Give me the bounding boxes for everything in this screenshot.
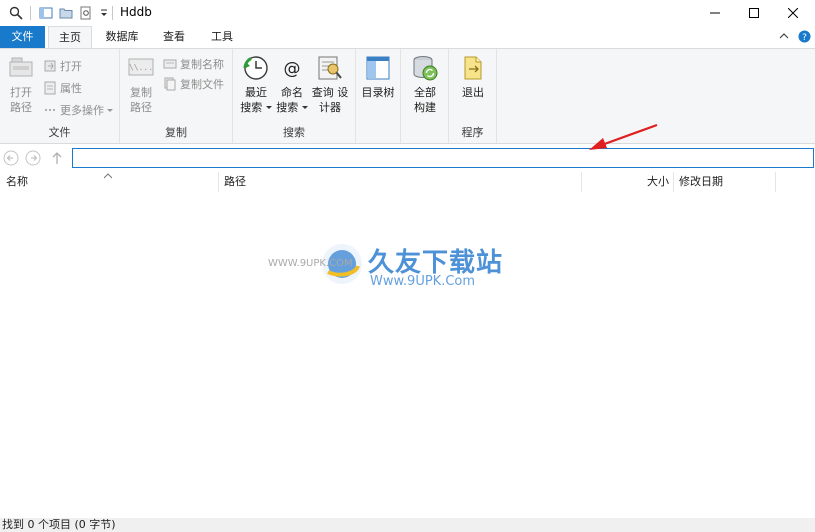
group-label-copy: 复制	[165, 126, 187, 139]
name-search-label: 命名 搜索	[276, 85, 308, 115]
column-header: 名称 路径 大小 修改日期	[0, 172, 815, 192]
open-button[interactable]: 打开	[42, 57, 82, 75]
copy-path-label: 复制 路径	[130, 86, 152, 114]
name-search-button[interactable]: @ 命名 搜索	[273, 53, 311, 115]
group-label-search: 搜索	[283, 126, 305, 139]
directory-tree-icon	[363, 53, 393, 83]
watermark: 久友下载站 WWW.9UPK.COM Www.9UPK.Com	[268, 234, 506, 306]
properties-label: 属性	[60, 82, 82, 95]
ribbon-group-search: 最近 搜索 @ 命名 搜索 查询 设 计器 搜索	[233, 49, 356, 143]
minimize-button[interactable]	[693, 0, 737, 26]
open-path-label: 打开 路径	[10, 86, 32, 114]
search-document-icon[interactable]	[78, 5, 94, 21]
group-label-file: 文件	[48, 126, 71, 139]
query-designer-button[interactable]: 查询 设 计器	[311, 53, 349, 115]
ribbon-group-file: 打开 路径 打开 属性 更多操作 文件	[0, 49, 120, 143]
dropdown-arrow-icon	[301, 101, 308, 114]
open-path-icon	[6, 53, 36, 83]
copy-path-icon: \\...	[126, 53, 156, 83]
column-size[interactable]: 大小	[581, 172, 673, 192]
query-designer-label: 查询 设 计器	[311, 86, 349, 114]
dropdown-arrow-icon	[265, 101, 272, 114]
search-icon[interactable]	[8, 5, 24, 21]
open-path-button[interactable]: 打开 路径	[2, 53, 40, 115]
collapse-ribbon-icon[interactable]	[779, 31, 789, 44]
window-layout-icon[interactable]	[38, 5, 54, 21]
qat-separator	[112, 6, 113, 20]
copy-path-button[interactable]: \\... 复制 路径	[122, 53, 160, 115]
folder-icon[interactable]	[58, 5, 74, 21]
close-button[interactable]	[771, 0, 815, 26]
open-icon	[42, 58, 58, 74]
directory-tree-button[interactable]: 目录树	[359, 53, 397, 100]
forward-button[interactable]	[24, 149, 42, 167]
database-refresh-icon	[410, 53, 440, 83]
tab-database[interactable]: 数据库	[97, 26, 147, 48]
rebuild-all-button[interactable]: 全部 构建	[406, 53, 444, 115]
status-text: 找到 0 个项目 (0 字节)	[2, 518, 116, 531]
navigation-bar	[0, 145, 815, 171]
recent-search-label: 最近 搜索	[240, 85, 272, 115]
ribbon: 打开 路径 打开 属性 更多操作 文件 \\... 复制 路径 复制名称 复制文…	[0, 48, 815, 144]
properties-button[interactable]: 属性	[42, 79, 82, 97]
exit-button[interactable]: 退出	[454, 53, 492, 100]
exit-icon	[458, 53, 488, 83]
query-designer-icon	[315, 53, 345, 83]
address-input[interactable]	[72, 148, 814, 168]
watermark-url-right: Www.9UPK.Com	[370, 274, 476, 289]
column-name[interactable]: 名称	[0, 172, 218, 192]
tab-view[interactable]: 查看	[153, 26, 195, 48]
column-modified[interactable]: 修改日期	[673, 172, 775, 192]
annotation-arrow-icon	[589, 123, 658, 150]
ribbon-group-program: 退出 程序	[449, 49, 497, 143]
title-bar: Hddb	[0, 0, 815, 26]
column-path[interactable]: 路径	[218, 172, 581, 192]
ribbon-group-rebuild: 全部 构建	[401, 49, 449, 143]
group-label-program: 程序	[461, 126, 484, 139]
copy-file-button[interactable]: 复制文件	[162, 75, 224, 93]
svg-text:\\...: \\...	[129, 63, 153, 72]
ribbon-group-copy: \\... 复制 路径 复制名称 复制文件 复制	[120, 49, 233, 143]
exit-label: 退出	[462, 86, 484, 99]
more-actions-label: 更多操作	[60, 104, 104, 117]
dropdown-arrow-icon	[107, 104, 113, 117]
recent-search-button[interactable]: 最近 搜索	[237, 53, 275, 115]
properties-icon	[42, 80, 58, 96]
window-title: Hddb	[120, 5, 152, 19]
tab-home[interactable]: 主页	[48, 26, 92, 49]
copy-file-label: 复制文件	[180, 78, 224, 91]
maximize-button[interactable]	[732, 0, 776, 26]
ribbon-group-tree: 目录树	[356, 49, 401, 143]
more-icon	[42, 102, 58, 118]
open-label: 打开	[60, 60, 82, 73]
help-icon[interactable]: ?	[798, 30, 811, 46]
name-search-text: 命名 搜索	[276, 86, 303, 114]
column-name-label: 名称	[6, 175, 28, 188]
svg-text:@: @	[284, 59, 301, 79]
at-sign-icon: @	[277, 53, 307, 83]
qat-separator	[30, 6, 31, 20]
recent-search-icon	[241, 53, 271, 83]
copy-file-icon	[162, 76, 178, 92]
tab-tools[interactable]: 工具	[202, 26, 242, 48]
up-button[interactable]	[48, 149, 66, 167]
more-actions-button[interactable]: 更多操作	[42, 101, 113, 119]
rebuild-all-label: 全部 构建	[414, 86, 436, 114]
ribbon-tabs: 文件 主页 数据库 查看 工具 ?	[0, 26, 815, 49]
qat-dropdown-icon[interactable]	[96, 5, 112, 21]
directory-tree-label: 目录树	[361, 86, 395, 99]
copy-name-label: 复制名称	[180, 58, 224, 71]
copy-name-button[interactable]: 复制名称	[162, 55, 224, 73]
watermark-url-left: WWW.9UPK.COM	[268, 258, 353, 269]
svg-text:?: ?	[802, 33, 807, 43]
back-button[interactable]	[2, 149, 20, 167]
recent-search-text: 最近 搜索	[240, 86, 267, 114]
sort-ascending-icon	[103, 166, 113, 186]
status-bar: 找到 0 个项目 (0 字节)	[0, 518, 815, 532]
copy-name-icon	[162, 56, 178, 72]
tab-file[interactable]: 文件	[0, 26, 45, 48]
